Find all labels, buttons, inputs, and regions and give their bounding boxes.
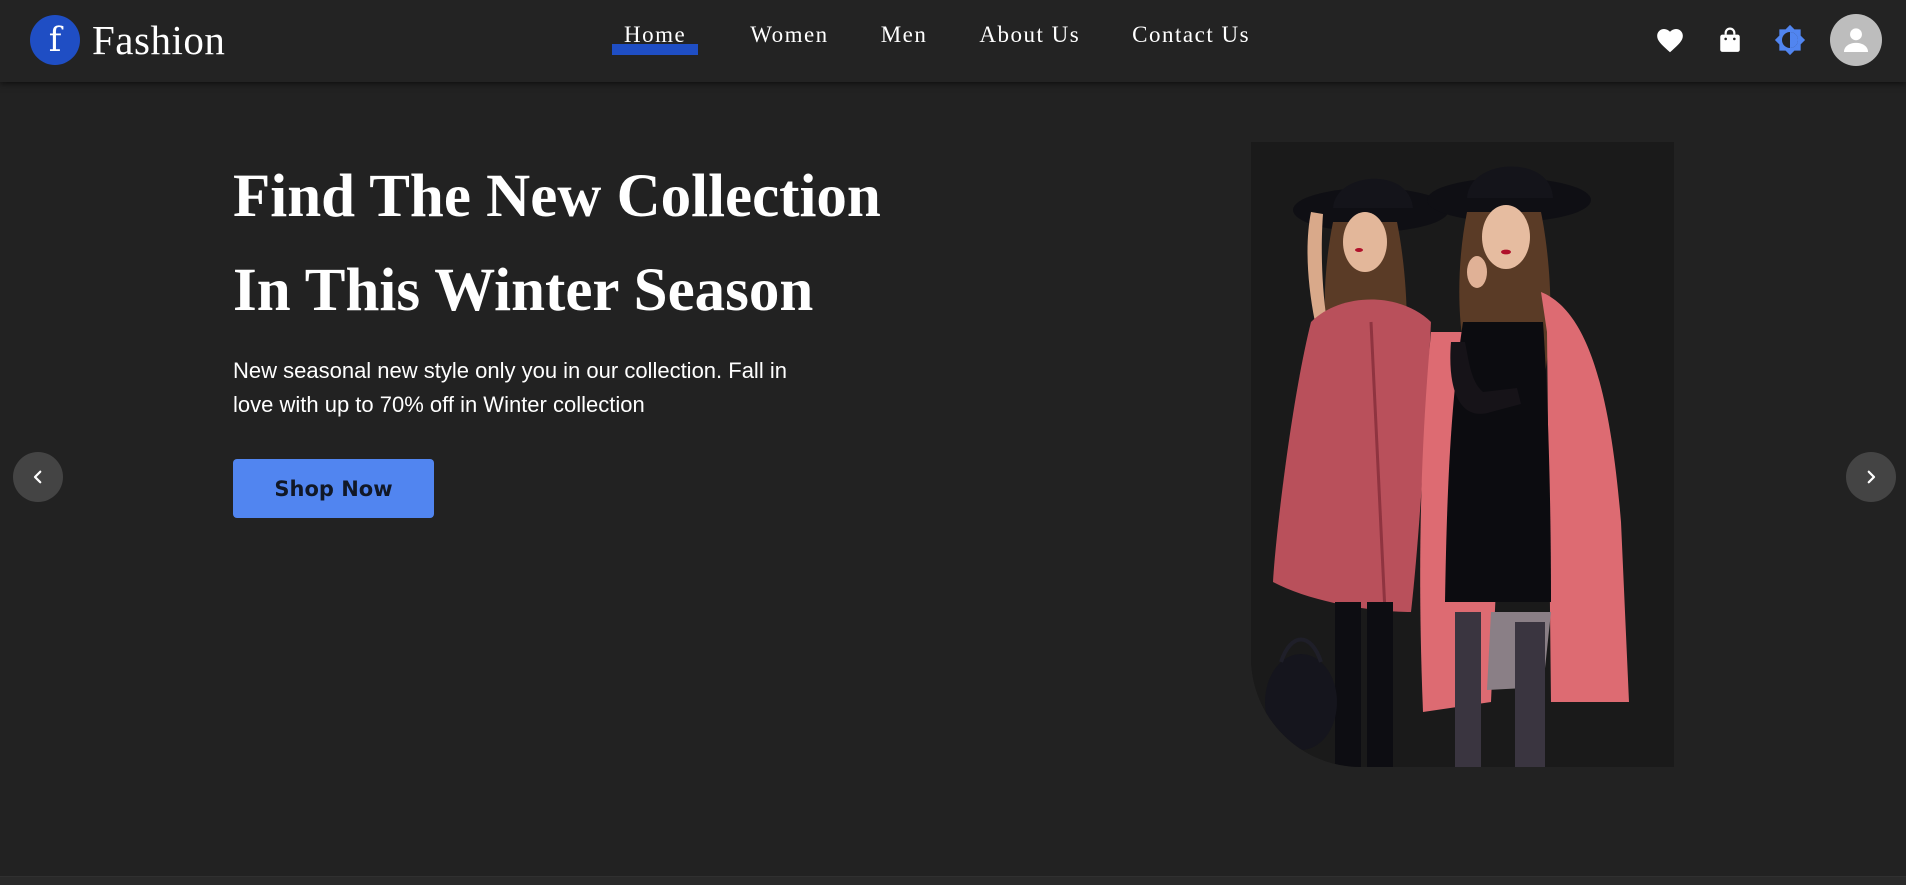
brand-logo[interactable]: f Fashion: [30, 15, 225, 65]
nav-item-about-us[interactable]: About Us: [979, 22, 1080, 48]
nav-label: Men: [880, 22, 928, 47]
header-actions: [1626, 14, 1882, 66]
cart-button[interactable]: [1714, 24, 1746, 56]
logo-f-icon: f: [30, 15, 80, 65]
brand-name: Fashion: [92, 17, 226, 63]
site-header: f Fashion Home Women Men About Us Contac…: [0, 0, 1906, 82]
hero-title-line1: Find The New Collection: [233, 163, 881, 230]
chevron-left-icon: [33, 470, 42, 484]
theme-toggle-button[interactable]: [1774, 24, 1806, 56]
nav-label: Women: [750, 22, 829, 47]
shopping-bag-icon: [1720, 27, 1740, 52]
models-illustration: [1251, 142, 1674, 767]
theme-toggle-icon: [1774, 24, 1806, 56]
carousel-prev-button[interactable]: [13, 452, 63, 502]
nav-label: Home: [624, 22, 687, 47]
nav-item-contact-us[interactable]: Contact Us: [1132, 22, 1250, 48]
main-nav: Home Women Men About Us Contact Us: [612, 22, 1250, 55]
nav-label: About Us: [979, 22, 1081, 47]
hero-title-line2: In This Winter Season: [233, 257, 814, 324]
user-avatar[interactable]: [1830, 14, 1882, 66]
hero-image: [1251, 142, 1674, 767]
nav-item-women[interactable]: Women: [750, 22, 828, 48]
carousel-next-button[interactable]: [1846, 452, 1896, 502]
wishlist-button[interactable]: [1654, 24, 1686, 56]
nav-item-home[interactable]: Home: [612, 22, 699, 55]
shop-now-button[interactable]: Shop Now: [233, 459, 434, 518]
chevron-right-icon: [1867, 470, 1876, 484]
page-bottom-divider: [0, 876, 1906, 885]
heart-icon: [1657, 29, 1683, 53]
user-avatar-icon: [1843, 28, 1869, 53]
nav-label: Contact Us: [1132, 22, 1251, 47]
nav-item-men[interactable]: Men: [881, 22, 928, 48]
hero-description: New seasonal new style only you in our c…: [233, 358, 787, 417]
hero-title: Find The New Collection In This Winter S…: [233, 150, 881, 338]
